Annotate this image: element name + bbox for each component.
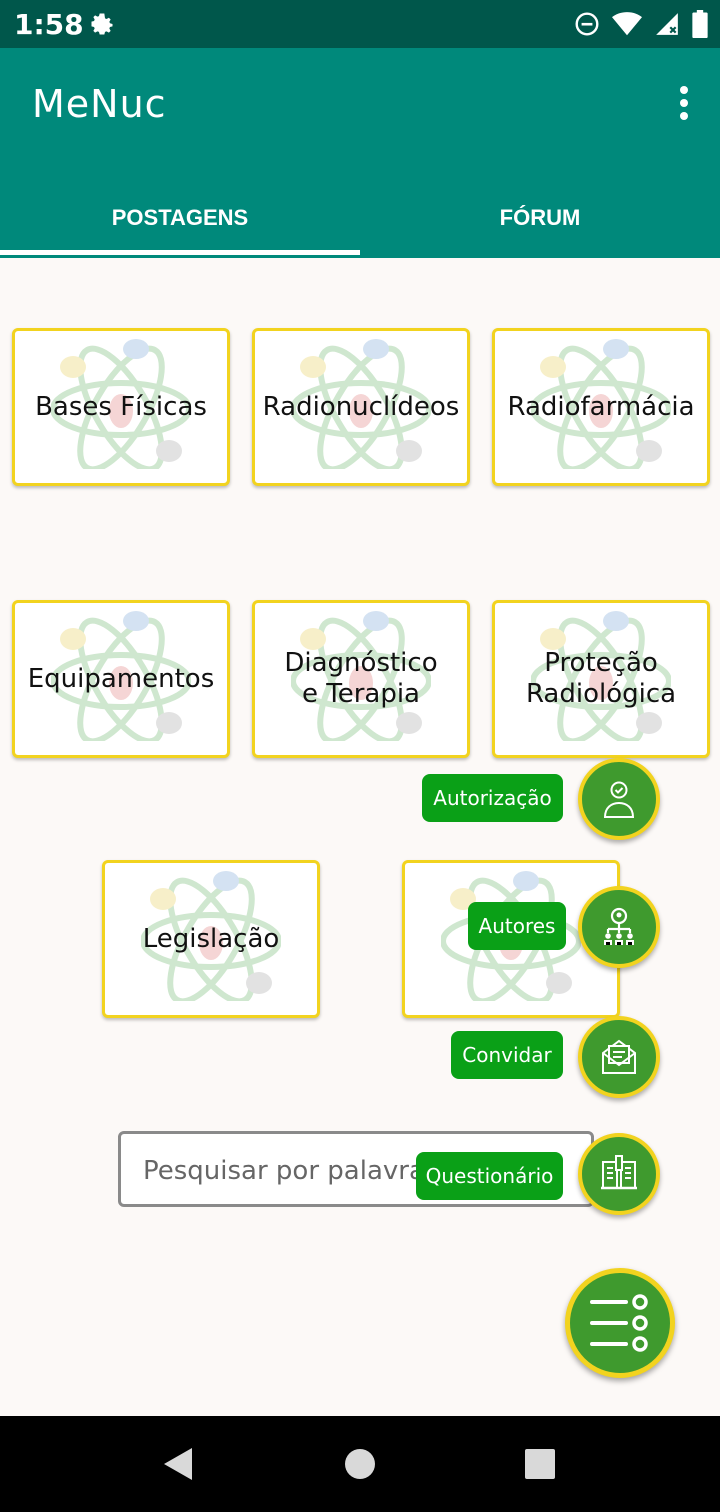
- team-icon: [604, 907, 634, 945]
- recents-icon[interactable]: [524, 1446, 556, 1487]
- topic-card-radiofarmacia[interactable]: Radiofarmácia: [492, 328, 710, 486]
- menu-fab[interactable]: [565, 1268, 675, 1378]
- home-icon[interactable]: [344, 1446, 376, 1487]
- battery-icon: [692, 10, 708, 43]
- more-options-icon[interactable]: [678, 86, 690, 122]
- topic-label: Proteção Radiológica: [525, 648, 677, 709]
- topic-label: Equipamentos: [27, 663, 215, 694]
- status-time: 1:58: [14, 8, 84, 41]
- topic-label: Bases Físicas: [35, 391, 207, 422]
- topic-card-protecao-radiologica[interactable]: Proteção Radiológica: [492, 600, 710, 758]
- quiz-book-icon: [601, 1155, 637, 1190]
- autores-fab[interactable]: [578, 886, 660, 968]
- user-check-icon: [603, 781, 635, 818]
- questionario-label-button[interactable]: Questionário: [416, 1152, 563, 1200]
- do-not-disturb-icon: [574, 11, 600, 42]
- app-title: MeNuc: [32, 82, 167, 126]
- gear-icon: [88, 10, 116, 43]
- app-bar: MeNuc POSTAGENS FÓRUM: [0, 48, 720, 258]
- topic-card-diagnostico-terapia[interactable]: Diagnóstico e Terapia: [252, 600, 470, 758]
- convidar-fab[interactable]: [578, 1016, 660, 1098]
- questionario-fab[interactable]: [578, 1133, 660, 1215]
- autorizacao-fab[interactable]: [578, 758, 660, 840]
- signal-icon: [654, 11, 680, 42]
- status-bar: 1:58: [0, 0, 720, 48]
- menu-list-icon: [590, 1294, 648, 1352]
- topic-label: Diagnóstico e Terapia: [284, 648, 438, 709]
- topic-card-legislacao[interactable]: Legislação: [102, 860, 320, 1018]
- system-nav-bar: [0, 1416, 720, 1512]
- topic-label: Legislação: [142, 923, 280, 954]
- autores-label-button[interactable]: Autores: [468, 902, 566, 950]
- wifi-icon: [612, 11, 642, 42]
- topic-label: Radiofarmácia: [507, 391, 695, 422]
- convidar-label-button[interactable]: Convidar: [451, 1031, 563, 1079]
- topic-card-radionuclideos[interactable]: Radionuclídeos: [252, 328, 470, 486]
- back-icon[interactable]: [160, 1446, 196, 1487]
- tab-indicator: [0, 250, 360, 255]
- topic-card-bases-fisicas[interactable]: Bases Físicas: [12, 328, 230, 486]
- tab-forum[interactable]: FÓRUM: [360, 178, 720, 258]
- topic-card-equipamentos[interactable]: Equipamentos: [12, 600, 230, 758]
- mail-invite-icon: [602, 1039, 636, 1074]
- autorizacao-label-button[interactable]: Autorização: [422, 774, 563, 822]
- topic-label: Radionuclídeos: [262, 391, 460, 422]
- tab-postagens[interactable]: POSTAGENS: [0, 178, 360, 258]
